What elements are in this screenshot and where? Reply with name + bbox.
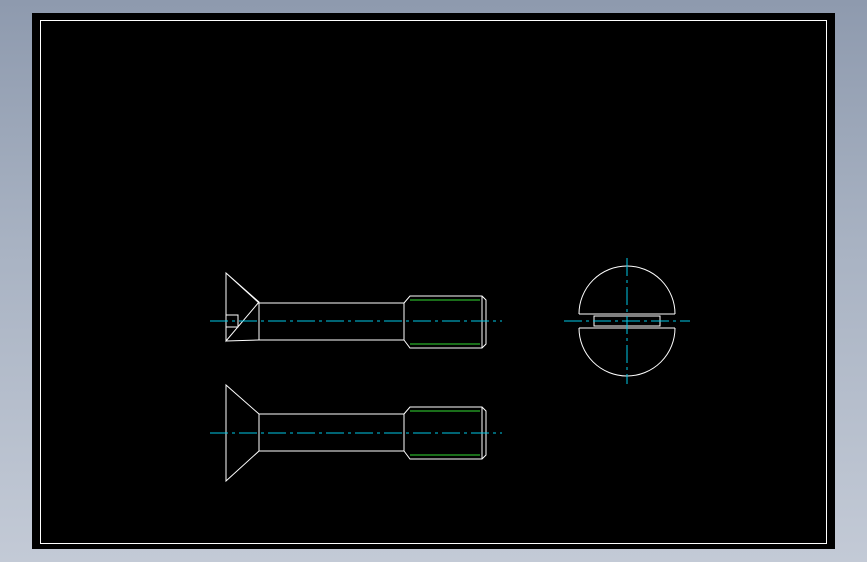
screw-front-view-slotted	[225, 271, 487, 349]
sheet-border	[40, 20, 827, 544]
end-view-centerlines	[564, 258, 690, 384]
head-outline	[225, 271, 260, 343]
cad-window-frame	[0, 0, 867, 562]
cad-drawing	[40, 20, 827, 544]
thread-outline	[403, 295, 487, 349]
thread-lines-top	[410, 299, 480, 345]
